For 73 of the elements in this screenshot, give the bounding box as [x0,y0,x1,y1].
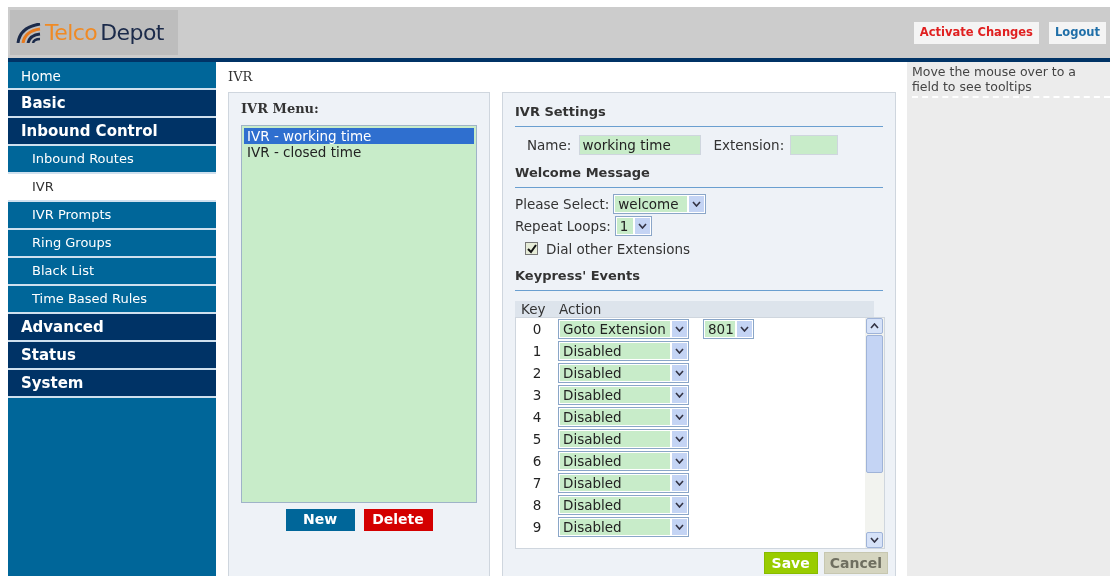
action-select[interactable]: Disabled [558,473,689,493]
key-cell-text: 4 [531,407,543,427]
sidebar-item[interactable]: Status [8,342,216,370]
action-select[interactable]: Disabled [558,407,689,427]
extension-field[interactable] [790,135,839,156]
key-cell-text: 9 [531,517,543,537]
key-cell-text: 8 [531,495,543,515]
caret-icon [675,348,684,354]
scroll-up-icon[interactable] [866,318,883,334]
sidebar-item[interactable]: IVR [8,174,216,202]
message-select[interactable]: welcome [613,194,707,215]
field-label: Repeat Loops: [515,216,611,236]
field-label: Please Select: [515,195,610,215]
sidebar-item[interactable]: Inbound Control [8,118,216,146]
caret-icon [675,502,684,508]
logout-button[interactable]: Logout [1048,21,1106,44]
key-cell-text: 6 [531,451,543,471]
caret-icon [675,524,684,530]
loops-select[interactable]: 1 [614,215,652,236]
caret-icon [675,436,684,442]
scroll-down-icon[interactable] [866,532,883,548]
logo-text: Depot [100,19,164,47]
panel-title: IVR Menu: [241,100,320,118]
caret-icon [675,458,684,464]
action-select[interactable]: Disabled [558,429,689,449]
scroll-thumb[interactable] [866,335,883,473]
checkbox[interactable] [525,242,538,256]
tooltip-text: Move the mouse over to a field to see tooltips [912,64,1077,94]
caret-icon [675,370,684,376]
sidebar-item[interactable]: Basic [8,90,216,118]
action-select[interactable]: Disabled [558,451,689,471]
caret-icon [637,222,647,229]
logo-text: Telco [45,19,98,47]
caret-icon [675,392,684,398]
breadcrumb: IVR [228,68,253,87]
caret-icon [675,414,684,420]
column-header: Key [521,299,547,319]
action-select[interactable]: Disabled [558,385,689,405]
key-cell-text: 2 [531,363,543,383]
list-item[interactable]: IVR - working time [244,127,474,144]
key-cell-text: 0 [531,319,543,339]
key-cell-text: 7 [531,473,543,493]
action-select[interactable]: Disabled [558,363,689,383]
column-header: Action [559,299,602,319]
delete-button[interactable]: Delete [363,508,433,531]
key-cell-text: 3 [531,385,543,405]
extension-select[interactable]: 801 [703,319,754,339]
sidebar-item[interactable]: Advanced [8,314,216,342]
action-select[interactable]: Disabled [558,517,689,537]
key-cell-text: 5 [531,429,543,449]
activate-button[interactable]: Activate Changes [913,21,1039,44]
caret-icon [692,201,702,208]
field-label: Name: [527,136,572,155]
caret-icon [675,480,684,486]
sidebar-item[interactable]: System [8,370,216,398]
caret-icon [740,326,749,332]
signal-logo-icon [16,22,42,43]
caret-icon [675,326,684,332]
section-title: IVR Settings [515,104,606,119]
section-title: Keypress' Events [515,268,641,283]
list-item[interactable]: IVR - closed time [244,143,474,160]
ivr-list[interactable]: IVR - working time IVR - closed time [241,124,477,503]
action-select[interactable]: Disabled [558,495,689,515]
key-cell-text: 1 [531,341,543,361]
checkmark-icon [526,243,537,254]
scrollbar[interactable] [865,318,884,548]
name-field[interactable]: working time [579,135,702,156]
section-title: Welcome Message [515,165,650,181]
checkbox-label: Dial other Extensions [546,239,691,259]
field-label: Extension: [713,136,785,155]
new-button[interactable]: New [285,508,355,531]
action-select[interactable]: Disabled [558,341,689,361]
action-select[interactable]: Goto Extension [558,319,689,339]
